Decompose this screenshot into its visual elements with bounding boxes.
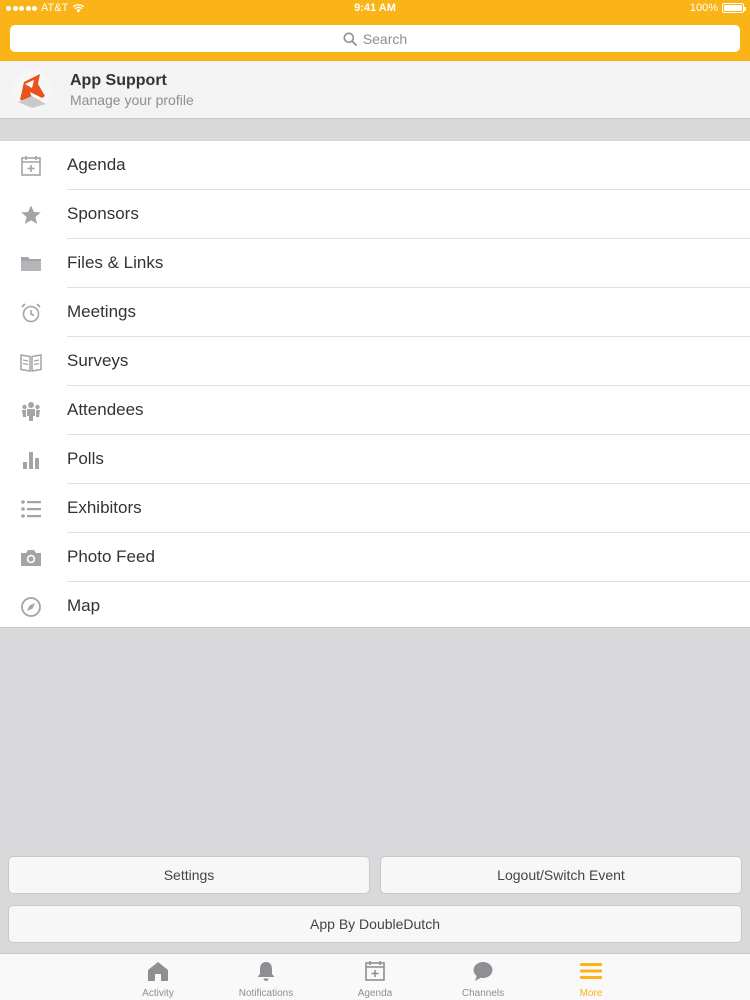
tab-notifications[interactable]: Notifications [212, 954, 320, 1000]
logout-switch-event-button[interactable]: Logout/Switch Event [380, 856, 742, 894]
tab-agenda[interactable]: Agenda [321, 954, 429, 1000]
compass-icon [21, 597, 41, 617]
menu-item-label: Attendees [67, 400, 144, 419]
tab-label: More [579, 988, 603, 999]
calendar-add-icon [365, 961, 385, 981]
bell-icon [257, 962, 275, 981]
menu-item-label: Agenda [67, 155, 126, 174]
profile-row[interactable]: App Support Manage your profile [0, 61, 750, 119]
menu-item-label: Map [67, 596, 101, 615]
people-icon [22, 402, 40, 421]
star-icon [21, 205, 41, 224]
menu-item-polls[interactable]: Polls [0, 435, 750, 484]
menu-item-label: Files & Links [67, 253, 164, 272]
profile-subtitle: Manage your profile [70, 92, 194, 108]
tab-label: Agenda [357, 988, 393, 999]
menu-item-label: Polls [67, 449, 104, 468]
menu-item-photo-feed[interactable]: Photo Feed [0, 533, 750, 582]
tab-channels[interactable]: Channels [429, 954, 537, 1000]
calendar-add-icon [21, 156, 41, 176]
search-placeholder: Search [362, 30, 408, 47]
tab-more[interactable]: More [537, 954, 645, 1000]
menu-icon [580, 963, 602, 979]
fox-logo-icon [18, 74, 46, 108]
home-icon [148, 962, 168, 981]
folder-icon [21, 257, 41, 271]
avatar [12, 70, 52, 110]
status-bar: AT&T 9:41 AM 100% [0, 0, 750, 16]
search-icon [343, 32, 357, 46]
menu-item-attendees[interactable]: Attendees [0, 386, 750, 435]
search-input[interactable]: Search [10, 25, 740, 52]
battery-percent: 100% [689, 2, 718, 14]
tab-label: Notifications [238, 988, 294, 999]
app-by-doubledutch-button[interactable]: App By DoubleDutch [8, 905, 742, 943]
menu-item-label: Sponsors [67, 204, 139, 223]
tab-activity[interactable]: Activity [104, 954, 212, 1000]
menu-item-surveys[interactable]: Surveys [0, 337, 750, 386]
battery-status: 100% [689, 2, 746, 14]
chat-bubble-icon [473, 962, 493, 981]
clock: 9:41 AM [354, 2, 396, 14]
tab-bar: Activity Notifications Agenda Channels M… [0, 953, 750, 1000]
profile-name: App Support [70, 72, 167, 89]
list-icon [21, 500, 41, 518]
camera-icon [21, 550, 41, 566]
bar-chart-icon [23, 452, 39, 469]
menu-item-label: Exhibitors [67, 498, 142, 517]
menu-item-files-links[interactable]: Files & Links [0, 239, 750, 288]
menu-item-meetings[interactable]: Meetings [0, 288, 750, 337]
menu-item-sponsors[interactable]: Sponsors [0, 190, 750, 239]
search-bar: Search [0, 16, 750, 61]
menu-item-map[interactable]: Map [0, 582, 750, 631]
menu-item-exhibitors[interactable]: Exhibitors [0, 484, 750, 533]
alarm-clock-icon [21, 303, 41, 323]
open-book-icon [20, 354, 42, 372]
menu-item-agenda[interactable]: Agenda [0, 141, 750, 190]
battery-icon [722, 3, 746, 13]
menu-item-label: Surveys [67, 351, 129, 370]
tab-label: Activity [142, 988, 174, 999]
menu-item-label: Meetings [67, 302, 136, 321]
more-menu-list: Agenda Sponsors Files & Links Meetings S… [0, 140, 750, 628]
menu-item-label: Photo Feed [67, 547, 155, 566]
settings-button[interactable]: Settings [8, 856, 370, 894]
tab-label: Channels [461, 988, 505, 999]
